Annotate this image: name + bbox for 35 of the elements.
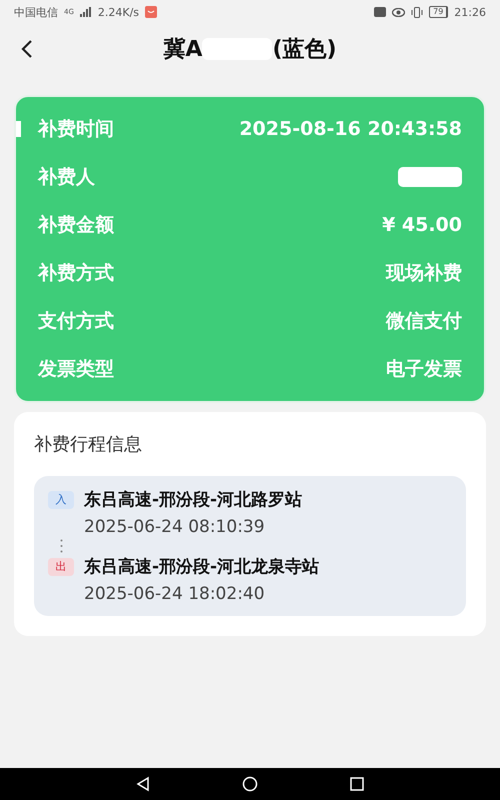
page-title: 冀A [163, 36, 202, 64]
battery-indicator: 79 [429, 6, 448, 18]
field-label: 补费方式 [38, 261, 114, 286]
redaction-mark [398, 167, 462, 187]
carrier-name: 中国电信 [14, 4, 58, 20]
field-value: 现场补费 [386, 261, 462, 286]
dotted-connector [60, 539, 63, 553]
field-label: 支付方式 [38, 309, 114, 334]
page-title: (蓝色) [272, 36, 337, 64]
pass-time: 2025-06-24 18:02:40 [84, 584, 266, 604]
field-label: 补费人 [38, 165, 95, 190]
direction-tag: 出 [48, 558, 74, 576]
vibrate-icon [411, 6, 424, 18]
network-speed: 2.24K/s [98, 6, 140, 18]
field-value: 2025-08-16 20:43:58 [239, 118, 462, 140]
field-value: 电子发票 [386, 357, 462, 382]
field-label: 发票类型 [38, 357, 114, 382]
station-name: 东吕高速-邢汾段-河北路罗站 [84, 489, 304, 511]
section-heading: 补费行程信息 [34, 433, 143, 456]
field-label: 补费时间 [38, 117, 114, 142]
back-nav-button[interactable] [136, 776, 150, 792]
field-label: 补费金额 [38, 213, 114, 238]
eye-icon [392, 8, 406, 16]
signal-icon [80, 7, 92, 17]
field-value: 微信支付 [386, 309, 462, 334]
recent-apps-button[interactable] [350, 777, 364, 791]
direction-tag: 入 [48, 490, 74, 508]
hd-icon [374, 7, 386, 17]
home-button[interactable] [242, 776, 258, 792]
station-name: 东吕高速-邢汾段-河北龙泉寺站 [84, 556, 320, 578]
chevron-left-icon [20, 39, 34, 59]
pass-time: 2025-06-24 08:10:39 [84, 517, 266, 537]
field-value: ¥ 45.00 [382, 214, 462, 236]
app-notification-icon [145, 6, 158, 18]
clock-time: 21:26 [454, 6, 486, 18]
